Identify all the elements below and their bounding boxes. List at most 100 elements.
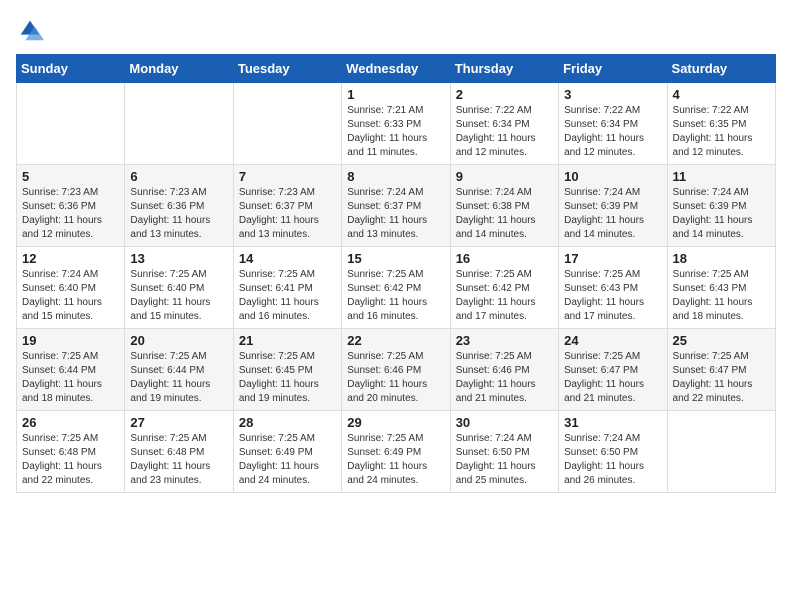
calendar-day-cell: 6 Sunrise: 7:23 AMSunset: 6:36 PMDaylight… <box>125 165 233 247</box>
calendar-day-cell: 13Sunrise: 7:25 AMSunset: 6:40 PMDayligh… <box>125 247 233 329</box>
calendar-day-cell: 15 Sunrise: 7:25 AMSunset: 6:42 PMDayligh… <box>342 247 450 329</box>
calendar-day-cell: 14 Sunrise: 7:25 AMSunset: 6:41 PMDayligh… <box>233 247 341 329</box>
day-info: Sunrise: 7:24 AMSunset: 6:50 PMDaylight:… <box>564 432 661 488</box>
calendar-day-cell: 3 Sunrise: 7:22 AMSunset: 6:34 PMDaylight… <box>559 83 667 165</box>
day-number: 23 <box>456 333 553 348</box>
calendar-day-cell: 31 Sunrise: 7:24 AMSunset: 6:50 PMDayligh… <box>559 411 667 493</box>
day-info: Sunrise: 7:23 AMSunset: 6:37 PMDaylight:… <box>239 186 336 242</box>
day-info: Sunrise: 7:25 AMSunset: 6:42 PMDaylight:… <box>347 268 444 324</box>
day-info: Sunrise: 7:25 AMSunset: 6:40 PMDaylight:… <box>130 268 227 324</box>
day-number: 8 <box>347 169 444 184</box>
day-number: 26 <box>22 415 119 430</box>
day-number: 18 <box>673 251 770 266</box>
day-number: 24 <box>564 333 661 348</box>
weekday-header: Thursday <box>450 55 558 83</box>
day-info: Sunrise: 7:24 AMSunset: 6:40 PMDaylight:… <box>22 268 119 324</box>
day-info: Sunrise: 7:25 AMSunset: 6:47 PMDaylight:… <box>673 350 770 406</box>
weekday-header: Friday <box>559 55 667 83</box>
day-info: Sunrise: 7:24 AMSunset: 6:39 PMDaylight:… <box>564 186 661 242</box>
page-header <box>16 16 776 44</box>
day-number: 22 <box>347 333 444 348</box>
day-info: Sunrise: 7:22 AMSunset: 6:35 PMDaylight:… <box>673 104 770 160</box>
day-number: 15 <box>347 251 444 266</box>
calendar-day-cell: 22 Sunrise: 7:25 AMSunset: 6:46 PMDayligh… <box>342 329 450 411</box>
day-number: 14 <box>239 251 336 266</box>
calendar-day-cell <box>667 411 775 493</box>
day-number: 5 <box>22 169 119 184</box>
calendar-week-row: 5 Sunrise: 7:23 AMSunset: 6:36 PMDaylight… <box>17 165 776 247</box>
calendar-day-cell: 5 Sunrise: 7:23 AMSunset: 6:36 PMDaylight… <box>17 165 125 247</box>
calendar-day-cell: 11 Sunrise: 7:24 AMSunset: 6:39 PMDayligh… <box>667 165 775 247</box>
day-info: Sunrise: 7:23 AMSunset: 6:36 PMDaylight:… <box>130 186 227 242</box>
day-number: 6 <box>130 169 227 184</box>
day-number: 30 <box>456 415 553 430</box>
day-info: Sunrise: 7:25 AMSunset: 6:49 PMDaylight:… <box>347 432 444 488</box>
day-info: Sunrise: 7:25 AMSunset: 6:47 PMDaylight:… <box>564 350 661 406</box>
calendar-week-row: 12 Sunrise: 7:24 AMSunset: 6:40 PMDayligh… <box>17 247 776 329</box>
calendar-day-cell: 18 Sunrise: 7:25 AMSunset: 6:43 PMDayligh… <box>667 247 775 329</box>
day-info: Sunrise: 7:25 AMSunset: 6:46 PMDaylight:… <box>347 350 444 406</box>
day-number: 29 <box>347 415 444 430</box>
day-number: 17 <box>564 251 661 266</box>
calendar-day-cell: 1 Sunrise: 7:21 AMSunset: 6:33 PMDaylight… <box>342 83 450 165</box>
day-info: Sunrise: 7:25 AMSunset: 6:43 PMDaylight:… <box>673 268 770 324</box>
day-number: 16 <box>456 251 553 266</box>
day-number: 20 <box>130 333 227 348</box>
calendar-day-cell: 4Sunrise: 7:22 AMSunset: 6:35 PMDaylight… <box>667 83 775 165</box>
day-info: Sunrise: 7:25 AMSunset: 6:42 PMDaylight:… <box>456 268 553 324</box>
calendar-day-cell: 8Sunrise: 7:24 AMSunset: 6:37 PMDaylight… <box>342 165 450 247</box>
day-number: 19 <box>22 333 119 348</box>
day-number: 28 <box>239 415 336 430</box>
calendar-day-cell: 30 Sunrise: 7:24 AMSunset: 6:50 PMDayligh… <box>450 411 558 493</box>
weekday-header: Sunday <box>17 55 125 83</box>
day-number: 7 <box>239 169 336 184</box>
weekday-header: Monday <box>125 55 233 83</box>
day-info: Sunrise: 7:25 AMSunset: 6:43 PMDaylight:… <box>564 268 661 324</box>
day-number: 31 <box>564 415 661 430</box>
day-info: Sunrise: 7:22 AMSunset: 6:34 PMDaylight:… <box>564 104 661 160</box>
calendar-day-cell: 7 Sunrise: 7:23 AMSunset: 6:37 PMDaylight… <box>233 165 341 247</box>
calendar-day-cell: 25 Sunrise: 7:25 AMSunset: 6:47 PMDayligh… <box>667 329 775 411</box>
calendar-week-row: 19 Sunrise: 7:25 AMSunset: 6:44 PMDayligh… <box>17 329 776 411</box>
day-info: Sunrise: 7:24 AMSunset: 6:38 PMDaylight:… <box>456 186 553 242</box>
day-info: Sunrise: 7:25 AMSunset: 6:41 PMDaylight:… <box>239 268 336 324</box>
day-info: Sunrise: 7:25 AMSunset: 6:44 PMDaylight:… <box>22 350 119 406</box>
day-number: 1 <box>347 87 444 102</box>
calendar-day-cell: 19 Sunrise: 7:25 AMSunset: 6:44 PMDayligh… <box>17 329 125 411</box>
day-info: Sunrise: 7:25 AMSunset: 6:48 PMDaylight:… <box>130 432 227 488</box>
day-number: 2 <box>456 87 553 102</box>
calendar-day-cell <box>233 83 341 165</box>
calendar-day-cell <box>125 83 233 165</box>
day-info: Sunrise: 7:21 AMSunset: 6:33 PMDaylight:… <box>347 104 444 160</box>
calendar-day-cell: 27 Sunrise: 7:25 AMSunset: 6:48 PMDayligh… <box>125 411 233 493</box>
day-info: Sunrise: 7:25 AMSunset: 6:44 PMDaylight:… <box>130 350 227 406</box>
day-info: Sunrise: 7:25 AMSunset: 6:48 PMDaylight:… <box>22 432 119 488</box>
calendar-day-cell: 16 Sunrise: 7:25 AMSunset: 6:42 PMDayligh… <box>450 247 558 329</box>
day-info: Sunrise: 7:24 AMSunset: 6:50 PMDaylight:… <box>456 432 553 488</box>
calendar-day-cell: 20 Sunrise: 7:25 AMSunset: 6:44 PMDayligh… <box>125 329 233 411</box>
day-number: 11 <box>673 169 770 184</box>
calendar-day-cell: 2Sunrise: 7:22 AMSunset: 6:34 PMDaylight… <box>450 83 558 165</box>
day-info: Sunrise: 7:23 AMSunset: 6:36 PMDaylight:… <box>22 186 119 242</box>
calendar-day-cell: 26 Sunrise: 7:25 AMSunset: 6:48 PMDayligh… <box>17 411 125 493</box>
calendar-week-row: 26 Sunrise: 7:25 AMSunset: 6:48 PMDayligh… <box>17 411 776 493</box>
weekday-header: Saturday <box>667 55 775 83</box>
calendar-day-cell: 29 Sunrise: 7:25 AMSunset: 6:49 PMDayligh… <box>342 411 450 493</box>
weekday-header: Wednesday <box>342 55 450 83</box>
day-number: 10 <box>564 169 661 184</box>
calendar-day-cell: 9Sunrise: 7:24 AMSunset: 6:38 PMDaylight… <box>450 165 558 247</box>
calendar-day-cell: 24 Sunrise: 7:25 AMSunset: 6:47 PMDayligh… <box>559 329 667 411</box>
day-info: Sunrise: 7:24 AMSunset: 6:39 PMDaylight:… <box>673 186 770 242</box>
calendar-day-cell: 10 Sunrise: 7:24 AMSunset: 6:39 PMDayligh… <box>559 165 667 247</box>
day-info: Sunrise: 7:25 AMSunset: 6:49 PMDaylight:… <box>239 432 336 488</box>
day-number: 25 <box>673 333 770 348</box>
day-number: 3 <box>564 87 661 102</box>
day-number: 12 <box>22 251 119 266</box>
calendar-table: SundayMondayTuesdayWednesdayThursdayFrid… <box>16 54 776 493</box>
weekday-header: Tuesday <box>233 55 341 83</box>
calendar-day-cell <box>17 83 125 165</box>
calendar-day-cell: 12 Sunrise: 7:24 AMSunset: 6:40 PMDayligh… <box>17 247 125 329</box>
calendar-day-cell: 23Sunrise: 7:25 AMSunset: 6:46 PMDayligh… <box>450 329 558 411</box>
calendar-day-cell: 17 Sunrise: 7:25 AMSunset: 6:43 PMDayligh… <box>559 247 667 329</box>
day-number: 27 <box>130 415 227 430</box>
